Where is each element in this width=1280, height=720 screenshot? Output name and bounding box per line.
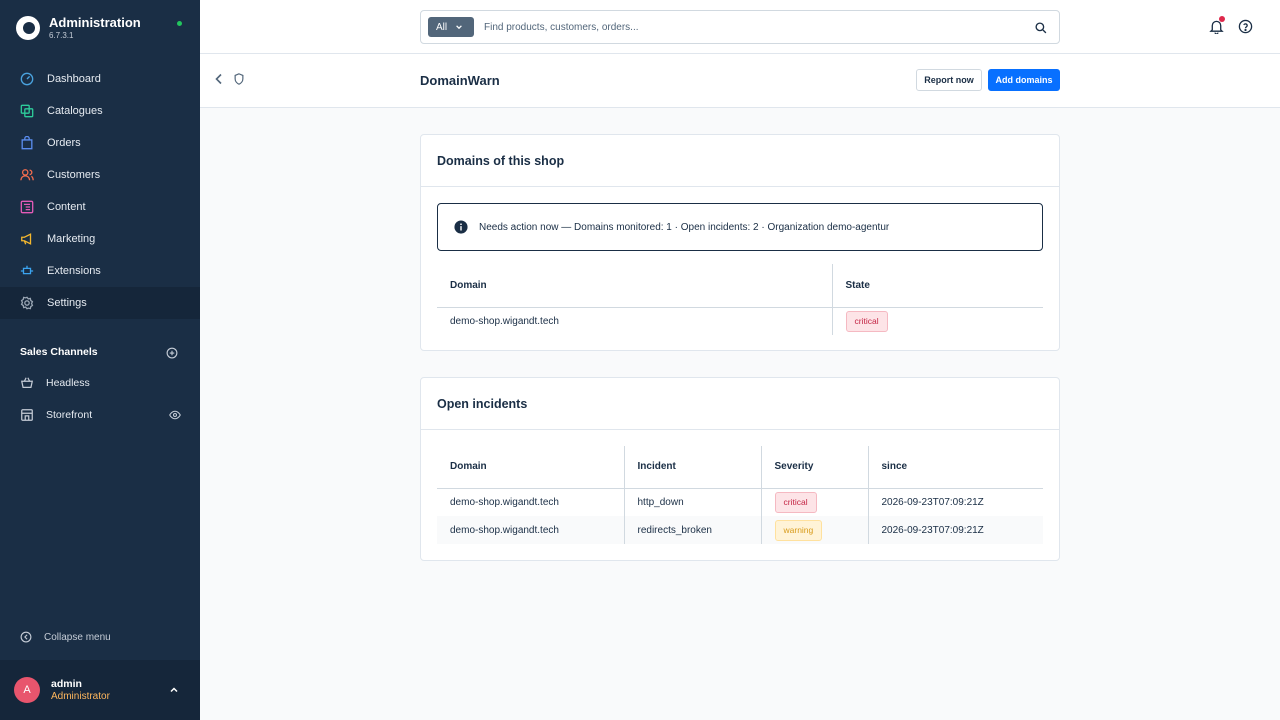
chevron-up-icon[interactable]: [169, 685, 179, 695]
top-bar: All: [200, 0, 1280, 54]
help-icon[interactable]: [1238, 19, 1253, 34]
table-row[interactable]: demo-shop.wigandt.tech redirects_broken …: [437, 516, 1043, 544]
alert-text: Needs action now — Domains monitored: 1 …: [479, 221, 890, 233]
main-nav: Dashboard Catalogues Orders Customers Co…: [0, 63, 200, 319]
severity-badge: warning: [774, 519, 823, 541]
card-title: Domains of this shop: [421, 135, 1059, 187]
sales-channels-title: Sales Channels: [20, 346, 98, 358]
add-sales-channel-icon[interactable]: [166, 347, 178, 359]
domain-cell: demo-shop.wigandt.tech: [437, 516, 624, 544]
catalogue-icon: [20, 104, 34, 118]
info-alert: Needs action now — Domains monitored: 1 …: [437, 203, 1043, 251]
sales-channel-label: Storefront: [46, 409, 93, 421]
content-icon: [20, 200, 34, 214]
notification-badge: [1219, 16, 1225, 22]
search-type-label: All: [436, 21, 448, 33]
collapse-menu-label: Collapse menu: [44, 631, 111, 643]
search-input[interactable]: [484, 21, 1024, 33]
column-header-since[interactable]: since: [867, 446, 1043, 489]
column-header-state[interactable]: State: [831, 264, 1043, 308]
sidebar: Administration 6.7.3.1 Dashboard Catalog…: [0, 0, 200, 720]
settings-icon: [20, 296, 34, 310]
table-row[interactable]: demo-shop.wigandt.tech http_down critica…: [437, 488, 1043, 516]
incident-cell: http_down: [623, 488, 761, 516]
search-type-select[interactable]: All: [428, 17, 474, 37]
column-header-severity[interactable]: Severity: [760, 446, 868, 489]
nav-item-label: Content: [47, 201, 86, 213]
sales-channel-headless[interactable]: Headless: [0, 367, 200, 399]
nav-item-catalogues[interactable]: Catalogues: [0, 95, 200, 127]
incidents-card: Open incidents Domain Incident Severity …: [420, 377, 1060, 561]
brand[interactable]: Administration 6.7.3.1: [16, 15, 186, 41]
basket-icon: [20, 376, 34, 390]
domain-cell: demo-shop.wigandt.tech: [450, 315, 559, 327]
incidents-table: Domain Incident Severity since demo-shop…: [437, 446, 1043, 544]
domains-table: Domain State demo-shop.wigandt.tech crit…: [437, 264, 1043, 335]
collapse-menu[interactable]: Collapse menu: [20, 631, 111, 643]
chevron-down-icon: [456, 25, 462, 30]
page-title: DomainWarn: [420, 73, 500, 88]
dashboard-icon: [20, 72, 34, 86]
app-version: 6.7.3.1: [49, 31, 74, 40]
nav-item-label: Customers: [47, 169, 101, 181]
nav-item-orders[interactable]: Orders: [0, 127, 200, 159]
status-badge: critical: [845, 310, 888, 332]
card-title: Open incidents: [421, 378, 1059, 430]
user-name: admin: [51, 678, 82, 690]
collapse-icon: [20, 631, 32, 643]
avatar: A: [14, 677, 40, 703]
nav-item-label: Catalogues: [47, 105, 103, 117]
column-header-domain[interactable]: Domain: [437, 264, 832, 308]
shopware-logo-icon: [16, 16, 40, 40]
table-row[interactable]: demo-shop.wigandt.tech critical: [437, 307, 1043, 335]
nav-item-label: Marketing: [47, 233, 96, 245]
since-cell: 2026-09-23T07:09:21Z: [867, 488, 1043, 516]
nav-item-dashboard[interactable]: Dashboard: [0, 63, 200, 95]
since-cell: 2026-09-23T07:09:21Z: [867, 516, 1043, 544]
user-role: Administrator: [51, 691, 110, 702]
nav-item-customers[interactable]: Customers: [0, 159, 200, 191]
marketing-icon: [20, 232, 34, 246]
column-header-incident[interactable]: Incident: [623, 446, 761, 489]
nav-item-label: Settings: [47, 297, 87, 309]
domains-card: Domains of this shop Needs action now — …: [420, 134, 1060, 351]
customers-icon: [20, 168, 34, 182]
info-icon: [454, 220, 468, 234]
user-menu[interactable]: A admin Administrator: [0, 660, 200, 720]
nav-item-settings[interactable]: Settings: [0, 287, 200, 319]
sales-channel-storefront[interactable]: Storefront: [0, 399, 200, 431]
sales-channel-label: Headless: [46, 377, 90, 389]
back-chevron-icon[interactable]: [214, 73, 224, 85]
app-title: Administration: [49, 15, 141, 30]
column-header-domain[interactable]: Domain: [437, 446, 624, 489]
domain-cell: demo-shop.wigandt.tech: [450, 496, 559, 508]
add-domains-button[interactable]: Add domains: [988, 69, 1060, 91]
nav-item-label: Extensions: [47, 265, 101, 277]
storefront-icon: [20, 408, 34, 422]
eye-icon[interactable]: [169, 409, 181, 421]
status-dot-icon: [177, 21, 182, 26]
nav-item-label: Dashboard: [47, 73, 101, 85]
nav-item-content[interactable]: Content: [0, 191, 200, 223]
severity-badge: critical: [774, 491, 817, 513]
shield-icon: [234, 73, 244, 85]
nav-item-extensions[interactable]: Extensions: [0, 255, 200, 287]
nav-item-label: Orders: [47, 137, 81, 149]
incident-cell: redirects_broken: [623, 516, 761, 544]
page-header: DomainWarn Report now Add domains: [200, 54, 1280, 108]
search-icon[interactable]: [1035, 22, 1047, 34]
report-now-button[interactable]: Report now: [916, 69, 982, 91]
orders-icon: [20, 136, 34, 150]
extensions-icon: [20, 264, 34, 278]
global-search: All: [420, 10, 1060, 44]
nav-item-marketing[interactable]: Marketing: [0, 223, 200, 255]
